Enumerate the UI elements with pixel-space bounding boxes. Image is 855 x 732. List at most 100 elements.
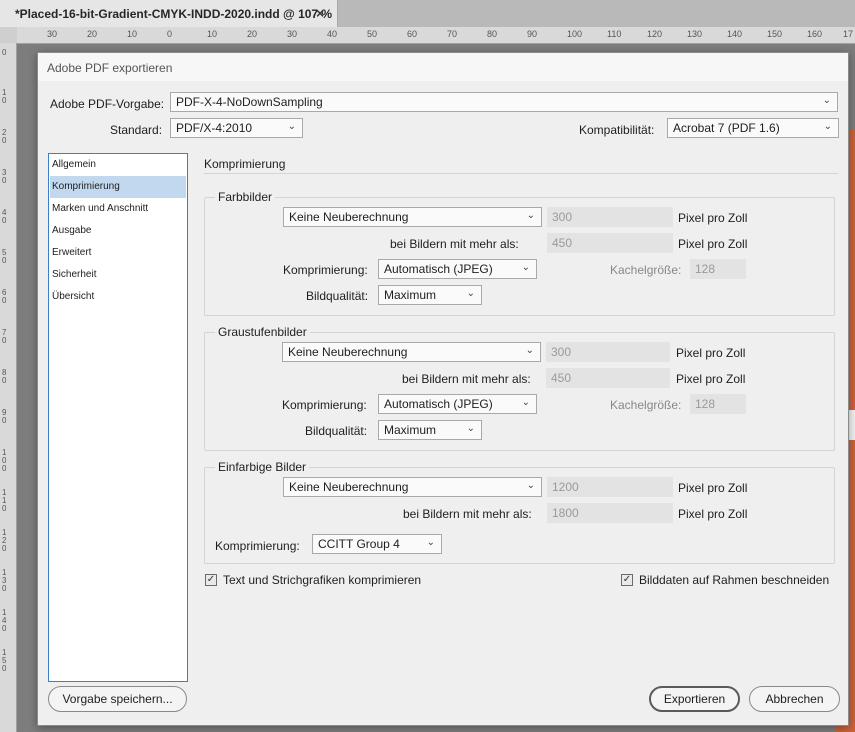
ruler-tick-label: 1 3 0 xyxy=(2,568,7,593)
ruler-corner xyxy=(0,27,17,43)
ruler-tick-label: 1 5 0 xyxy=(2,648,7,673)
standard-dropdown[interactable]: PDF/X-4:2010 ⌄ xyxy=(170,118,303,138)
ruler-tick-label: 150 xyxy=(767,29,783,39)
color-above-label: bei Bildern mit mehr als: xyxy=(390,237,519,251)
color-ppi-field[interactable]: 300 xyxy=(547,207,673,227)
sidebar-item-erweitert[interactable]: Erweitert xyxy=(50,242,186,264)
gray-quality-dropdown[interactable]: Maximum ⌄ xyxy=(378,420,482,440)
gray-ppi-field[interactable]: 300 xyxy=(546,342,670,362)
ruler-tick-label: 90 xyxy=(527,29,538,39)
vertical-ruler: 0 1 0 2 0 3 0 4 0 5 0 6 0 7 0 8 0 9 0 1 … xyxy=(0,43,17,732)
dialog-title: Adobe PDF exportieren xyxy=(47,61,173,75)
ruler-tick-label: 8 0 xyxy=(2,368,7,385)
standard-label: Standard: xyxy=(110,123,163,137)
preset-dropdown[interactable]: PDF-X-4-NoDownSampling ⌄ xyxy=(170,92,838,112)
ruler-tick-label: 1 4 0 xyxy=(2,608,7,633)
ruler-tick-label: 1 0 0 xyxy=(2,448,7,473)
ruler-tick-label: 30 xyxy=(287,29,298,39)
ruler-tick-label: 4 0 xyxy=(2,208,7,225)
color-ppi-unit: Pixel pro Zoll xyxy=(678,211,748,225)
ruler-tick-label: 50 xyxy=(367,29,378,39)
color-compression-dropdown[interactable]: Automatisch (JPEG) ⌄ xyxy=(378,259,537,279)
mono-compression-label: Komprimierung: xyxy=(215,539,300,553)
chevron-down-icon: ⌄ xyxy=(526,480,535,491)
document-tab[interactable]: *Placed-16-bit-Gradient-CMYK-INDD-2020.i… xyxy=(0,0,338,27)
mono-resample-value: Keine Neuberechnung xyxy=(289,480,409,494)
compress-text-checkbox[interactable]: ✓ xyxy=(205,574,217,586)
ruler-tick-label: 2 0 xyxy=(2,128,7,145)
gray-above-label: bei Bildern mit mehr als: xyxy=(402,372,531,386)
ruler-tick-label: 0 xyxy=(167,29,173,39)
gray-quality-label: Bildqualität: xyxy=(305,424,368,438)
gray-ppi-unit: Pixel pro Zoll xyxy=(676,346,746,360)
mono-ppi-field[interactable]: 1200 xyxy=(547,477,673,497)
horizontal-ruler: 30 20 10 0 10 20 30 40 50 60 70 80 90 10… xyxy=(17,27,855,44)
chevron-down-icon: ⌄ xyxy=(466,423,475,434)
section-title: Komprimierung xyxy=(204,157,286,171)
export-button[interactable]: Exportieren xyxy=(649,686,740,712)
ruler-tick-label: 130 xyxy=(687,29,703,39)
cancel-button[interactable]: Abbrechen xyxy=(749,686,840,712)
color-resample-dropdown[interactable]: Keine Neuberechnung ⌄ xyxy=(283,207,542,227)
ruler-tick-label: 20 xyxy=(247,29,258,39)
mono-above-unit: Pixel pro Zoll xyxy=(678,507,748,521)
sidebar-item-ausgabe[interactable]: Ausgabe xyxy=(50,220,186,242)
ruler-tick-label: 80 xyxy=(487,29,498,39)
ruler-tick-label: 10 xyxy=(127,29,138,39)
ruler-tick-label: 30 xyxy=(47,29,58,39)
dialog-titlebar[interactable]: Adobe PDF exportieren xyxy=(38,53,848,81)
ruler-tick-label: 120 xyxy=(647,29,663,39)
gray-compression-dropdown[interactable]: Automatisch (JPEG) ⌄ xyxy=(378,394,537,414)
color-quality-value: Maximum xyxy=(384,288,437,302)
chevron-down-icon: ⌄ xyxy=(823,121,832,132)
color-above-field[interactable]: 450 xyxy=(547,233,673,253)
ruler-tick-label: 1 0 xyxy=(2,88,7,105)
category-list: Allgemein Komprimierung Marken und Ansch… xyxy=(48,153,188,682)
compat-label: Kompatibilität: xyxy=(579,123,655,137)
preset-label: Adobe PDF-Vorgabe: xyxy=(50,97,165,111)
preset-value: PDF-X-4-NoDownSampling xyxy=(176,95,323,109)
mono-resample-dropdown[interactable]: Keine Neuberechnung ⌄ xyxy=(283,477,542,497)
ruler-tick-label: 110 xyxy=(607,29,622,39)
ruler-tick-label: 0 xyxy=(2,48,7,57)
mono-compression-dropdown[interactable]: CCITT Group 4 ⌄ xyxy=(312,534,442,554)
ruler-tick-label: 1 1 0 xyxy=(2,488,7,513)
document-tab-title: *Placed-16-bit-Gradient-CMYK-INDD-2020.i… xyxy=(15,7,333,21)
gray-quality-value: Maximum xyxy=(384,423,437,437)
ruler-tick-label: 140 xyxy=(727,29,743,39)
gray-above-field[interactable]: 450 xyxy=(546,368,670,388)
chevron-down-icon: ⌄ xyxy=(525,345,534,356)
ruler-tick-label: 60 xyxy=(407,29,418,39)
ruler-tick-label: 70 xyxy=(447,29,458,39)
color-quality-label: Bildqualität: xyxy=(306,289,369,303)
ruler-tick-label: 9 0 xyxy=(2,408,7,425)
color-tile-label: Kachelgröße: xyxy=(610,263,682,277)
ruler-tick-label: 17 xyxy=(843,29,854,39)
sidebar-item-marken[interactable]: Marken und Anschnitt xyxy=(50,198,186,220)
sidebar-item-sicherheit[interactable]: Sicherheit xyxy=(50,264,186,286)
chevron-down-icon: ⌄ xyxy=(287,121,296,132)
pdf-export-dialog: Adobe PDF exportieren Adobe PDF-Vorgabe:… xyxy=(37,52,849,726)
color-group-title: Farbbilder xyxy=(215,190,276,204)
sidebar-item-allgemein[interactable]: Allgemein xyxy=(50,154,186,176)
gray-tile-field[interactable]: 128 xyxy=(690,394,746,414)
gray-resample-value: Keine Neuberechnung xyxy=(288,345,408,359)
gray-resample-dropdown[interactable]: Keine Neuberechnung ⌄ xyxy=(282,342,541,362)
color-tile-field[interactable]: 128 xyxy=(690,259,746,279)
chevron-down-icon: ⌄ xyxy=(466,288,475,299)
save-preset-button[interactable]: Vorgabe speichern... xyxy=(48,686,187,712)
gray-compression-value: Automatisch (JPEG) xyxy=(384,397,493,411)
mono-above-field[interactable]: 1800 xyxy=(547,503,673,523)
ruler-tick-label: 10 xyxy=(207,29,218,39)
compat-dropdown[interactable]: Acrobat 7 (PDF 1.6) ⌄ xyxy=(667,118,839,138)
color-compression-value: Automatisch (JPEG) xyxy=(384,262,493,276)
standard-value: PDF/X-4:2010 xyxy=(176,121,253,135)
ruler-tick-label: 7 0 xyxy=(2,328,7,345)
color-quality-dropdown[interactable]: Maximum ⌄ xyxy=(378,285,482,305)
mono-ppi-unit: Pixel pro Zoll xyxy=(678,481,748,495)
close-icon[interactable]: × xyxy=(316,5,324,21)
color-resample-value: Keine Neuberechnung xyxy=(289,210,409,224)
sidebar-item-uebersicht[interactable]: Übersicht xyxy=(50,286,186,308)
sidebar-item-komprimierung[interactable]: Komprimierung xyxy=(50,176,186,198)
crop-image-data-checkbox[interactable]: ✓ xyxy=(621,574,633,586)
